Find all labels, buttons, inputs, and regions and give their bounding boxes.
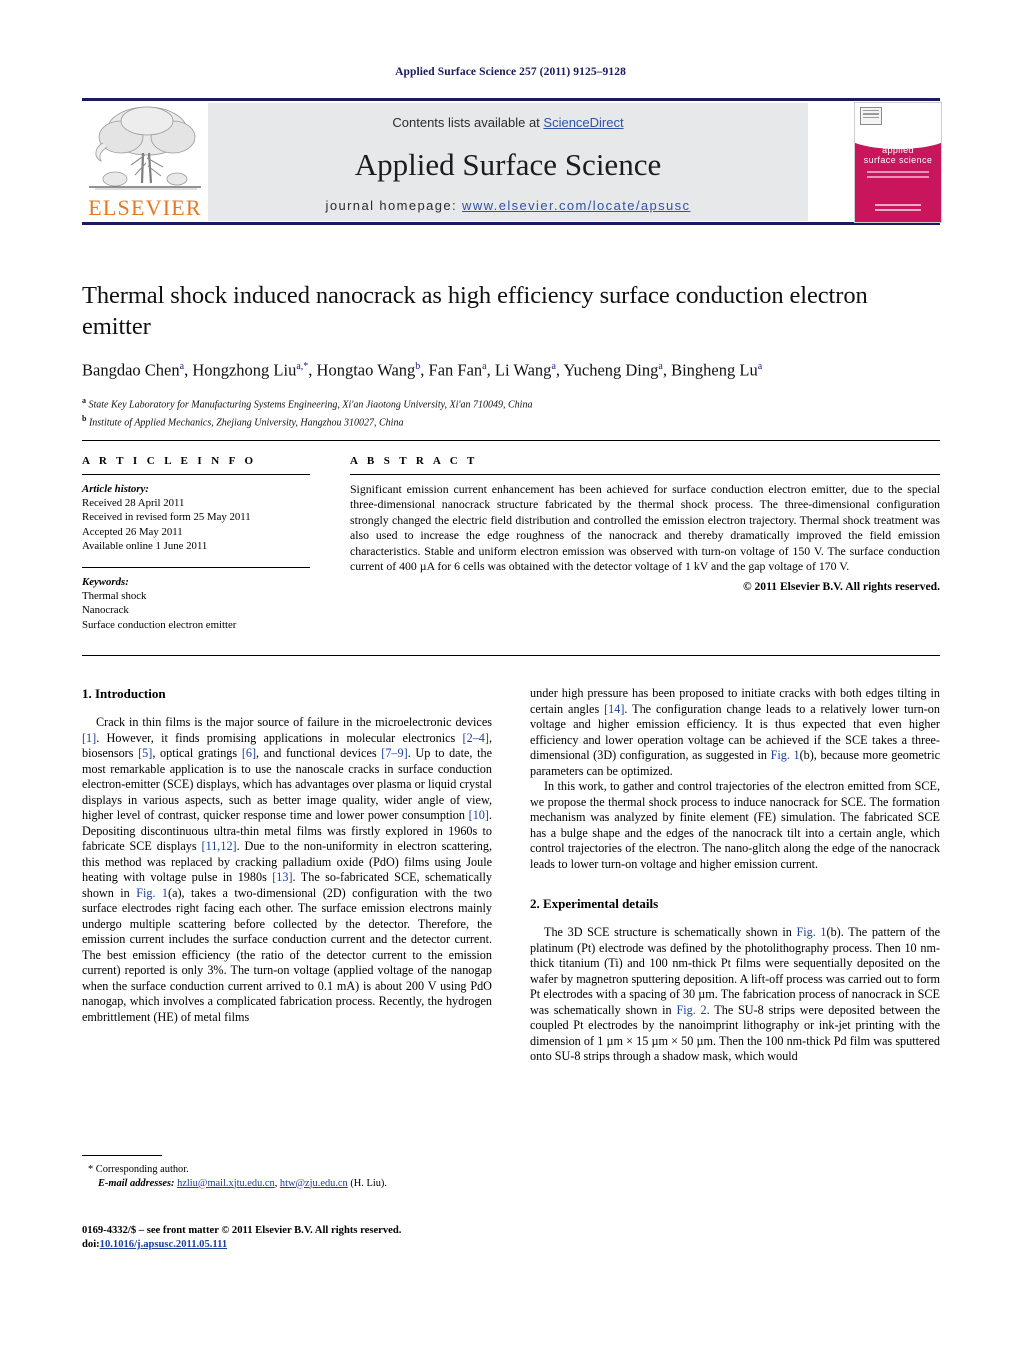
journal-homepage-link[interactable]: www.elsevier.com/locate/apsusc: [462, 198, 690, 213]
experimental-paragraph-1: The 3D SCE structure is schematically sh…: [530, 925, 940, 1065]
cover-footer-lines: [875, 204, 921, 214]
affiliation-a: a State Key Laboratory for Manufacturing…: [82, 394, 940, 412]
page-title: Thermal shock induced nanocrack as high …: [82, 282, 868, 340]
section-heading-experimental: 2. Experimental details: [530, 896, 659, 911]
section-heading-introduction: 1. Introduction: [82, 686, 166, 701]
email-addresses-note: E-mail addresses: hzliu@mail.xjtu.edu.cn…: [82, 1177, 492, 1191]
email-link-1[interactable]: hzliu@mail.xjtu.edu.cn: [177, 1178, 275, 1189]
affiliation-b-mark: b: [82, 413, 87, 423]
imprint-block: 0169-4332/$ – see front matter © 2011 El…: [82, 1224, 512, 1252]
issn-copyright-line: 0169-4332/$ – see front matter © 2011 El…: [82, 1225, 402, 1236]
citation-ref[interactable]: [2–4]: [463, 731, 489, 745]
intro-paragraph-1: Crack in thin films is the major source …: [82, 715, 492, 1025]
citation-ref[interactable]: [10]: [469, 808, 489, 822]
text-run: . However, it finds promising applicatio…: [96, 730, 463, 745]
affiliation-b-text: Institute of Applied Mechanics, Zhejiang…: [88, 417, 404, 429]
affiliation-list: a State Key Laboratory for Manufacturing…: [82, 394, 940, 431]
elsevier-wordmark: ELSEVIER: [88, 195, 202, 220]
journal-title: Applied Surface Science: [354, 147, 662, 182]
text-run: The 3D SCE structure is schematically sh…: [544, 925, 797, 939]
cover-publisher-badge-icon: [860, 107, 882, 125]
journal-masthead: ELSEVIER Contents lists available at Sci…: [82, 98, 942, 225]
running-head: Applied Surface Science 257 (2011) 9125–…: [395, 66, 626, 78]
journal-homepage-line: journal homepage: www.elsevier.com/locat…: [208, 198, 808, 213]
affiliation-b: b Institute of Applied Mechanics, Zhejia…: [82, 412, 940, 430]
article-info-divider: [82, 474, 310, 475]
citation-ref[interactable]: [14]: [604, 702, 624, 716]
intro-paragraph-3: In this work, to gather and control traj…: [530, 779, 940, 871]
cover-title: applied surface science: [855, 145, 941, 165]
abstract-text: Significant emission current enhancement…: [350, 482, 940, 574]
paper-page: Applied Surface Science 257 (2011) 9125–…: [0, 0, 1021, 1351]
sciencedirect-link[interactable]: ScienceDirect: [543, 115, 623, 130]
masthead-top-rule: [82, 98, 940, 101]
figure-ref[interactable]: Fig. 1: [796, 925, 826, 939]
cover-title-line2: surface science: [863, 155, 933, 165]
homepage-prefix: journal homepage:: [325, 198, 463, 213]
text-run: Crack in thin films is the major source …: [96, 715, 492, 729]
cover-subtitle-lines: [867, 171, 929, 183]
text-run: (a), takes a two-dimensional (2D) config…: [82, 885, 492, 1024]
article-info-column: A R T I C L E I N F O Article history: R…: [82, 455, 310, 632]
citation-ref[interactable]: [11,12]: [202, 839, 237, 853]
keywords-divider: [82, 567, 310, 569]
contents-prefix: Contents lists available at: [392, 115, 544, 130]
affiliation-a-text: State Key Laboratory for Manufacturing S…: [88, 398, 533, 410]
abstract-divider: [350, 474, 940, 475]
corresponding-author-note: * Corresponding author.: [88, 1164, 189, 1175]
article-history-label: Article history:: [82, 483, 149, 495]
info-abstract-band: A R T I C L E I N F O Article history: R…: [82, 440, 940, 656]
history-item: Accepted 26 May 2011: [82, 525, 183, 538]
figure-ref[interactable]: Fig. 1: [771, 748, 800, 762]
keyword-item: Surface conduction electron emitter: [82, 618, 237, 631]
text-run: , and functional devices: [256, 746, 382, 760]
email-label: E-mail addresses:: [98, 1177, 175, 1189]
body-column-right: under high pressure has been proposed to…: [530, 686, 940, 1065]
abstract-heading: A B S T R A C T: [350, 455, 478, 467]
cover-title-line1: applied: [882, 145, 914, 155]
title-block: Thermal shock induced nanocrack as high …: [82, 280, 940, 430]
email-link-2[interactable]: htw@zju.edu.cn: [280, 1178, 348, 1189]
email-suffix: (H. Liu).: [347, 1177, 387, 1189]
doi-link[interactable]: 10.1016/j.apsusc.2011.05.111: [100, 1239, 227, 1250]
author-list: Bangdao Chena, Hongzhong Liua,*, Hongtao…: [82, 360, 763, 380]
citation-ref[interactable]: [6]: [242, 746, 256, 760]
footnote-block: * Corresponding author. E-mail addresses…: [82, 1155, 492, 1190]
article-history-group: Article history: Received 28 April 2011 …: [82, 482, 310, 553]
masthead-center-panel: Contents lists available at ScienceDirec…: [208, 103, 808, 221]
doi-line: doi:10.1016/j.apsusc.2011.05.111: [82, 1238, 512, 1252]
citation-ref[interactable]: [5]: [138, 746, 152, 760]
journal-cover-thumbnail: applied surface science: [854, 102, 942, 223]
contents-available-line: Contents lists available at ScienceDirec…: [208, 115, 808, 130]
keyword-item: Nanocrack: [82, 604, 129, 617]
history-item: Available online 1 June 2011: [82, 539, 208, 552]
citation-ref[interactable]: [13]: [272, 870, 292, 884]
doi-label: doi:: [82, 1239, 100, 1250]
article-info-heading: A R T I C L E I N F O: [82, 455, 257, 467]
history-item: Received 28 April 2011: [82, 497, 185, 510]
footnote-rule: [82, 1155, 162, 1156]
history-item: Received in revised form 25 May 2011: [82, 511, 251, 524]
abstract-column: A B S T R A C T Significant emission cur…: [350, 455, 940, 593]
intro-paragraph-2: under high pressure has been proposed to…: [530, 686, 940, 779]
body-column-left: 1. Introduction Crack in thin films is t…: [82, 686, 492, 1025]
keyword-item: Thermal shock: [82, 590, 147, 603]
citation-ref[interactable]: [1]: [82, 731, 96, 745]
elsevier-tree-icon: [89, 106, 201, 190]
cover-background: applied surface science: [855, 103, 941, 222]
keywords-label: Keywords:: [82, 576, 129, 589]
figure-ref[interactable]: Fig. 1: [136, 886, 168, 900]
text-run: , optical gratings: [152, 746, 242, 760]
citation-ref[interactable]: [7–9]: [381, 746, 407, 760]
masthead-bottom-rule: [82, 222, 940, 225]
abstract-copyright: © 2011 Elsevier B.V. All rights reserved…: [742, 580, 940, 594]
figure-ref[interactable]: Fig. 2: [676, 1003, 706, 1017]
affiliation-a-mark: a: [82, 395, 86, 405]
keywords-group: Keywords: Thermal shock Nanocrack Surfac…: [82, 575, 310, 632]
elsevier-logo: ELSEVIER: [83, 103, 207, 221]
